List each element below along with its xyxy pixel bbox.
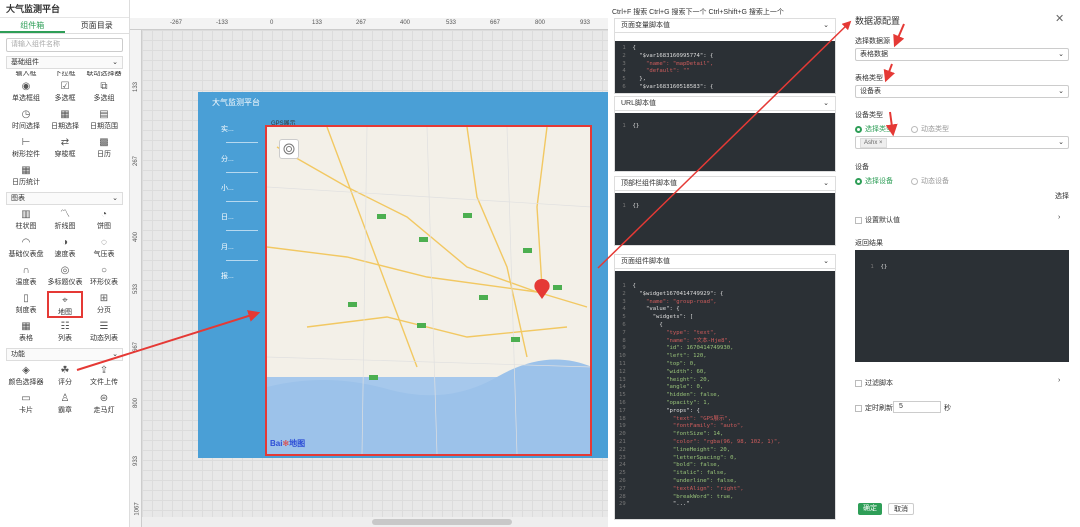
arrow-canvas-to-config (597, 20, 852, 269)
arrow-datasource (893, 23, 905, 48)
arrow-table-type (883, 63, 895, 83)
annotation-arrows (76, 20, 905, 371)
arrow-map-to-canvas (76, 310, 261, 371)
arrow-device-type (885, 111, 898, 137)
